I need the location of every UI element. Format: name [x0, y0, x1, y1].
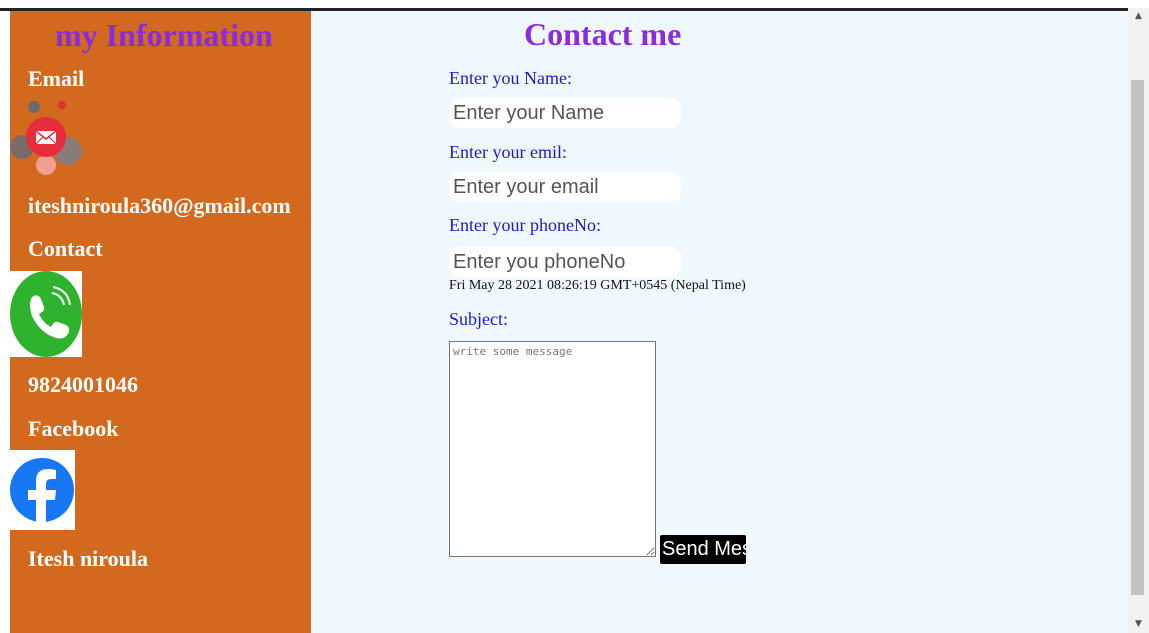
facebook-label: Facebook — [28, 416, 119, 441]
contact-label: Contact — [28, 236, 103, 261]
phone-value: 9824001046 — [28, 372, 138, 397]
message-textarea[interactable] — [449, 341, 656, 557]
scrollbar[interactable]: ▲ ▼ — [1128, 8, 1149, 633]
scroll-down-arrow-icon[interactable]: ▼ — [1128, 616, 1149, 633]
phone-icon — [10, 271, 82, 357]
scrollbar-thumb[interactable] — [1131, 80, 1144, 595]
email-input[interactable] — [449, 172, 681, 202]
page-title: Contact me — [524, 16, 682, 52]
subject-label: Subject: — [449, 309, 508, 329]
send-message-button[interactable]: Send Message — [660, 535, 746, 564]
email-value: iteshniroula360@gmail.com — [28, 193, 291, 218]
phone-input[interactable] — [449, 247, 681, 277]
mail-icon — [10, 99, 82, 179]
sidebar: my Information Email iteshniroula360@gma… — [10, 11, 311, 633]
datetime-text: Fri May 28 2021 08:26:19 GMT+0545 (Nepal… — [449, 278, 746, 293]
phone-label: Enter your phoneNo: — [449, 215, 601, 235]
scroll-up-arrow-icon[interactable]: ▲ — [1128, 8, 1149, 25]
facebook-icon[interactable] — [10, 450, 75, 530]
name-label: Enter you Name: — [449, 68, 572, 88]
email-label: Email — [28, 66, 85, 91]
email-field-label: Enter your emil: — [449, 142, 567, 162]
contact-form: Contact me Enter you Name: Enter your em… — [311, 11, 1128, 633]
facebook-name[interactable]: Itesh niroula — [28, 546, 148, 572]
sidebar-title: my Information — [55, 17, 273, 53]
name-input[interactable] — [449, 98, 681, 128]
